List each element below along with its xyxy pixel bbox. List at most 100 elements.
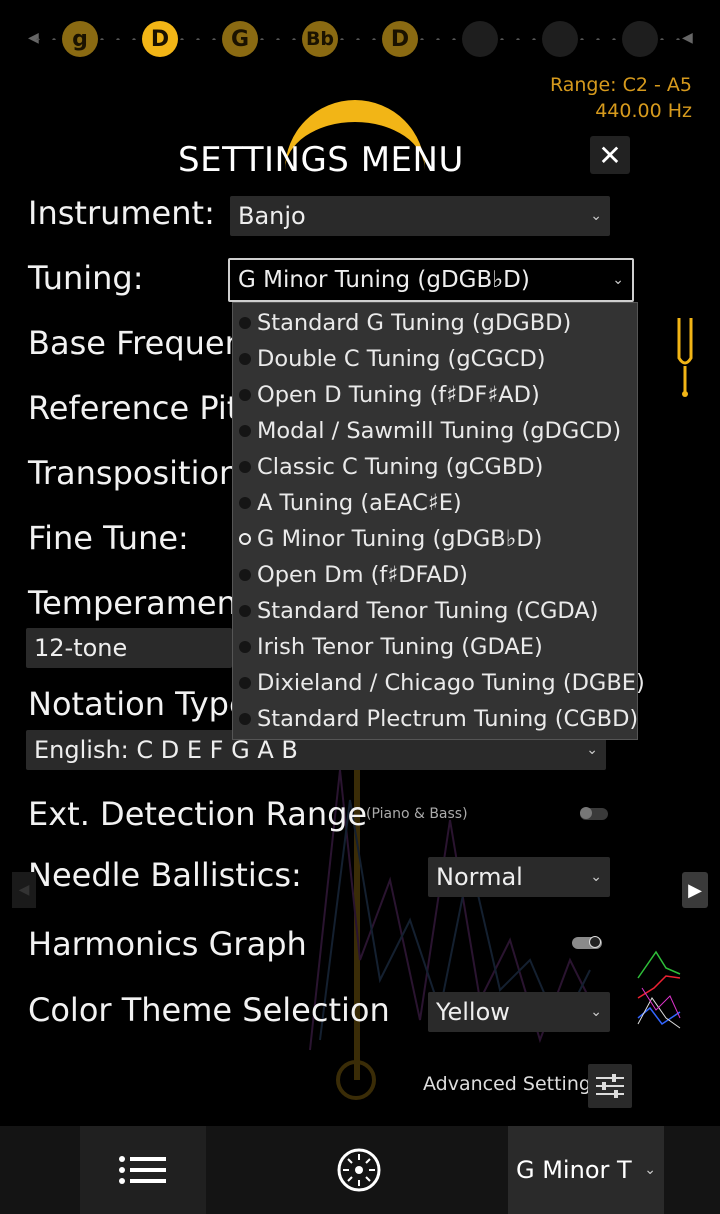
tuning-option[interactable]: Irish Tenor Tuning (GDAE) xyxy=(233,629,637,665)
reference-pitch-label: Reference Pitc xyxy=(28,389,257,427)
string-selector-row: ◀ g D G Bb D ◀ xyxy=(0,0,720,80)
ext-detection-label: Ext. Detection Range xyxy=(28,795,368,833)
range-readout: Range: C2 - A5 440.00 Hz xyxy=(550,72,692,124)
tuning-fork-icon xyxy=(677,318,693,397)
tuning-label: Tuning: xyxy=(28,259,144,297)
option-label: Open D Tuning (f♯DF♯AD) xyxy=(257,382,540,408)
tuning-value: G Minor Tuning (gDGB♭D) xyxy=(238,267,530,293)
needle-ballistics-label: Needle Ballistics: xyxy=(28,856,302,894)
advanced-settings-button[interactable] xyxy=(588,1064,632,1108)
tuner-mode-button[interactable] xyxy=(296,1126,422,1214)
harmonics-graph-label: Harmonics Graph xyxy=(28,925,307,963)
base-frequency-label: Base Frequen xyxy=(28,324,245,362)
tuning-option[interactable]: Double C Tuning (gCGCD) xyxy=(233,341,637,377)
temperament-label: Temperament xyxy=(28,584,250,622)
option-label: A Tuning (aEAC♯E) xyxy=(257,490,462,516)
close-icon: ✕ xyxy=(598,138,622,172)
settings-title: SETTINGS MENU xyxy=(178,140,464,180)
instrument-select[interactable]: Banjo ⌄ xyxy=(230,196,610,236)
chevron-down-icon: ⌄ xyxy=(586,742,598,758)
tuning-dropdown-list: Standard G Tuning (gDGBD) Double C Tunin… xyxy=(232,302,645,740)
tuning-option[interactable]: Standard Plectrum Tuning (CGBD) xyxy=(233,701,639,737)
string-note-4[interactable]: Bb xyxy=(302,21,338,57)
current-note-arc-graphic xyxy=(285,100,425,270)
color-theme-label: Color Theme Selection xyxy=(28,991,390,1029)
chevron-down-icon: ⌄ xyxy=(612,272,624,288)
option-bullet-icon xyxy=(239,605,251,617)
string-dots-line xyxy=(30,38,690,40)
previous-page-arrow-icon[interactable]: ◀ xyxy=(12,872,36,908)
tuning-option[interactable]: A Tuning (aEAC♯E) xyxy=(233,485,637,521)
bottom-tuning-value: G Minor T xyxy=(516,1156,632,1184)
scroll-right-arrow-icon[interactable]: ◀ xyxy=(682,30,693,46)
tuning-option[interactable]: Standard Tenor Tuning (CGDA) xyxy=(233,593,637,629)
toggle-knob xyxy=(589,936,601,948)
tuning-select[interactable]: G Minor Tuning (gDGB♭D) ⌄ xyxy=(228,258,634,302)
temperament-value: 12-tone xyxy=(34,634,128,662)
option-bullet-icon xyxy=(239,641,251,653)
tuning-option[interactable]: Open D Tuning (f♯DF♯AD) xyxy=(233,377,637,413)
chevron-down-icon: ⌄ xyxy=(590,869,602,885)
harmonics-mini-graph xyxy=(637,950,681,1029)
bottom-tuning-select[interactable]: G Minor T ⌄ xyxy=(508,1126,664,1214)
option-label: Classic C Tuning (gCGBD) xyxy=(257,454,544,480)
tuning-option-selected[interactable]: G Minor Tuning (gDGB♭D) xyxy=(233,521,637,557)
notation-type-label: Notation Type xyxy=(28,685,249,723)
option-bullet-icon xyxy=(239,461,251,473)
tuning-option[interactable]: Dixieland / Chicago Tuning (DGBE) xyxy=(233,665,645,701)
tuning-option[interactable]: Standard G Tuning (gDGBD) xyxy=(233,305,637,341)
option-radio-selected-icon xyxy=(239,533,251,545)
string-note-7[interactable] xyxy=(542,21,578,57)
ext-detection-toggle[interactable] xyxy=(580,807,608,820)
temperament-select[interactable]: 12-tone xyxy=(26,628,232,668)
option-label: Open Dm (f♯DFAD) xyxy=(257,562,468,588)
option-label: G Minor Tuning (gDGB♭D) xyxy=(257,526,543,552)
tuner-wheel-icon xyxy=(337,1148,381,1192)
range-text: Range: C2 - A5 xyxy=(549,74,692,96)
next-page-arrow-icon[interactable]: ▶ xyxy=(682,872,708,908)
string-note-3[interactable]: G xyxy=(222,21,258,57)
chevron-down-icon: ⌄ xyxy=(644,1162,656,1178)
chevron-down-icon: ⌄ xyxy=(590,1004,602,1020)
color-theme-select[interactable]: Yellow ⌄ xyxy=(428,992,610,1032)
string-note-5[interactable]: D xyxy=(382,21,418,57)
tuning-option[interactable]: Open Dm (f♯DFAD) xyxy=(233,557,637,593)
tuning-option[interactable]: Modal / Sawmill Tuning (gDGCD) xyxy=(233,413,637,449)
option-label: Standard Plectrum Tuning (CGBD) xyxy=(257,706,639,732)
option-bullet-icon xyxy=(239,713,251,725)
string-note-2[interactable]: D xyxy=(142,21,178,57)
chevron-down-icon: ⌄ xyxy=(590,208,602,224)
frequency-text: 440.00 Hz xyxy=(595,100,692,122)
sliders-icon xyxy=(596,1074,624,1098)
option-bullet-icon xyxy=(239,569,251,581)
option-label: Irish Tenor Tuning (GDAE) xyxy=(257,634,543,660)
string-note-8[interactable] xyxy=(622,21,658,57)
option-label: Modal / Sawmill Tuning (gDGCD) xyxy=(257,418,622,444)
needle-ballistics-select[interactable]: Normal ⌄ xyxy=(428,857,610,897)
option-bullet-icon xyxy=(239,317,251,329)
menu-button[interactable] xyxy=(80,1126,206,1214)
needle-pivot-graphic xyxy=(336,1060,376,1100)
string-note-6[interactable] xyxy=(462,21,498,57)
transposition-label: Transposition xyxy=(28,454,240,492)
option-bullet-icon xyxy=(239,353,251,365)
option-label: Double C Tuning (gCGCD) xyxy=(257,346,546,372)
harmonics-graph-toggle[interactable] xyxy=(572,936,602,949)
notation-type-value: English: C D E F G A B xyxy=(34,736,298,764)
option-label: Dixieland / Chicago Tuning (DGBE) xyxy=(257,670,645,696)
option-bullet-icon xyxy=(239,677,251,689)
list-menu-icon xyxy=(119,1156,166,1184)
advanced-settings-label[interactable]: Advanced Settings xyxy=(423,1073,601,1095)
instrument-value: Banjo xyxy=(238,202,306,230)
option-label: Standard Tenor Tuning (CGDA) xyxy=(257,598,599,624)
instrument-label: Instrument: xyxy=(28,194,215,232)
option-bullet-icon xyxy=(239,497,251,509)
ext-detection-note: (Piano & Bass) xyxy=(366,806,468,822)
tuning-option[interactable]: Classic C Tuning (gCGBD) xyxy=(233,449,637,485)
string-note-1[interactable]: g xyxy=(62,21,98,57)
fine-tune-label: Fine Tune: xyxy=(28,519,189,557)
toggle-knob xyxy=(580,807,592,819)
option-bullet-icon xyxy=(239,389,251,401)
needle-ballistics-value: Normal xyxy=(436,863,523,891)
close-button[interactable]: ✕ xyxy=(590,136,630,174)
